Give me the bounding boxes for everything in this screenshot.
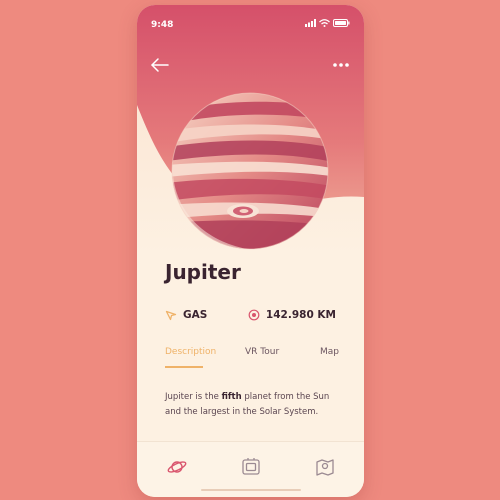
planet-icon[interactable] [166,456,188,478]
bottom-nav [137,441,364,497]
planet-type: GAS [165,307,207,323]
planet-hero [137,5,364,255]
content-tabs: Description VR Tour Map [165,347,339,375]
planet-description: Jupiter is the fifth planet from the Sun… [165,390,345,420]
map-pin-icon[interactable] [314,456,336,478]
signal-icon [305,19,316,27]
description-text-bold: fifth [221,392,242,402]
arrow-left-icon[interactable] [149,55,171,75]
vr-icon[interactable] [240,456,262,478]
tab-map[interactable]: Map [320,347,339,357]
wifi-icon [319,19,330,27]
tab-underline [165,366,203,368]
phone-screen: 9:48 Jupiter GAS 142.980 KM Description … [137,5,364,497]
planet-distance-label: 142.980 KM [265,309,336,321]
home-indicator [200,489,301,491]
orbit-icon [248,309,260,321]
gas-nav-icon [165,310,177,321]
more-dots-icon[interactable] [330,55,352,75]
status-time: 9:48 [151,20,174,30]
planet-distance: 142.980 KM [248,307,336,323]
tab-description[interactable]: Description [165,347,216,357]
description-text-start: Jupiter is the [165,392,222,402]
planet-title: Jupiter [165,260,241,284]
battery-icon [333,19,350,27]
status-icons [305,19,350,27]
status-bar: 9:48 [137,5,364,41]
tab-vr-tour[interactable]: VR Tour [245,347,279,357]
planet-type-label: GAS [183,309,208,321]
